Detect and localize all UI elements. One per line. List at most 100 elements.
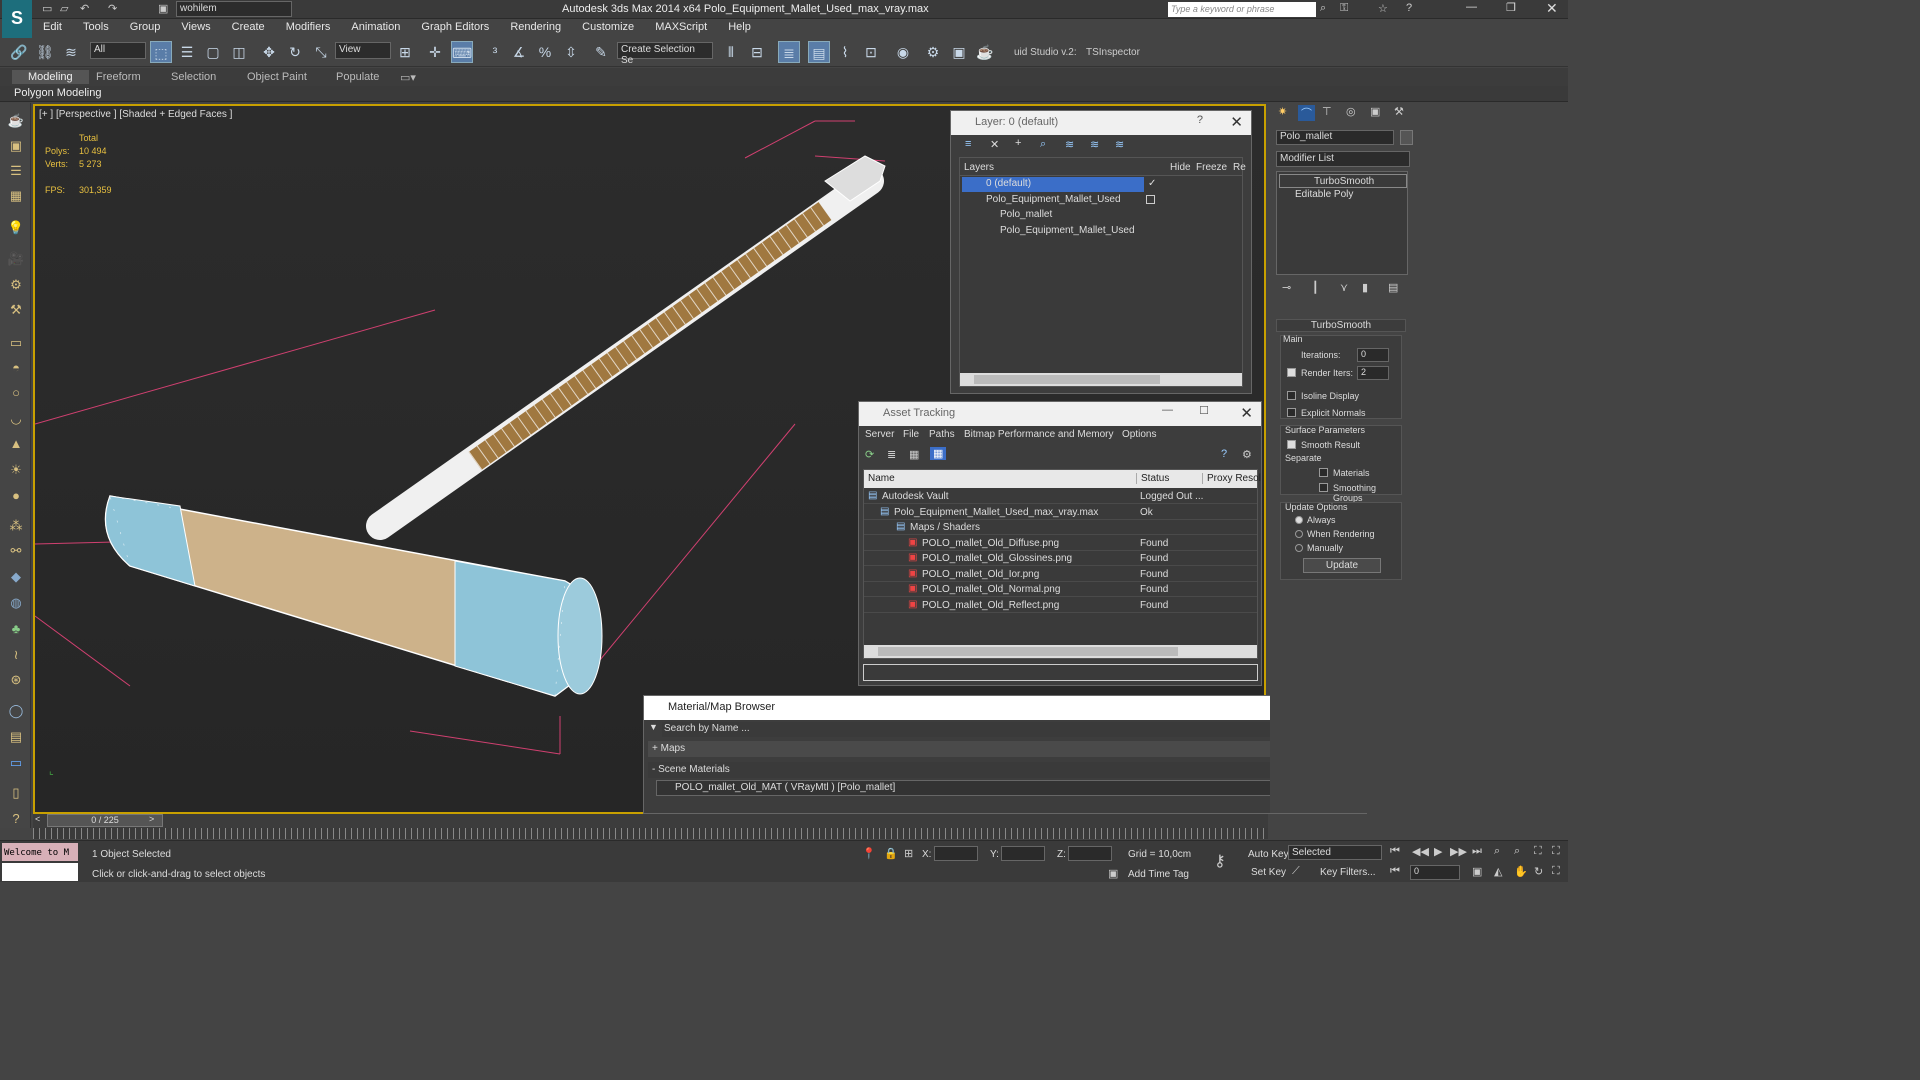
angle-snap-icon[interactable]: ∡ (508, 41, 530, 63)
menu-server[interactable]: Server (865, 429, 894, 440)
hide-all-icon[interactable]: ≋ (1090, 138, 1099, 151)
disc-icon[interactable]: ● (6, 486, 26, 506)
make-unique-icon[interactable]: ⋎ (1340, 281, 1348, 294)
close-icon[interactable]: ✕ (1240, 404, 1253, 422)
next-key-icon[interactable]: ▶▶ (1450, 845, 1467, 858)
asset-hscrollbar[interactable] (864, 645, 1257, 658)
materials-checkbox[interactable] (1319, 468, 1328, 477)
maxscript-mini[interactable] (2, 863, 78, 881)
box-icon[interactable]: ▭ (6, 333, 26, 353)
binoculars-icon[interactable]: ⌕ (1320, 2, 1326, 15)
glass-sphere-icon[interactable]: ◯ (6, 701, 26, 721)
menu-bitmap-performance[interactable]: Bitmap Performance and Memory (964, 429, 1114, 440)
pivot-center-icon[interactable]: ⊞ (394, 41, 416, 63)
grid-icon[interactable]: ▦ (6, 186, 26, 206)
always-radio[interactable] (1295, 516, 1303, 524)
tab-populate[interactable]: Populate (336, 71, 379, 83)
fov-icon[interactable]: ◭ (1494, 865, 1502, 878)
light-bulb-icon[interactable]: 💡 (6, 218, 26, 238)
search-options-icon[interactable]: ▼ (649, 722, 658, 732)
bowl-icon[interactable]: ◡ (6, 409, 26, 429)
play-icon[interactable]: ▶ (1434, 845, 1442, 858)
add-time-tag[interactable]: Add Time Tag (1128, 869, 1189, 880)
menu-tools[interactable]: Tools (74, 19, 118, 33)
asset-row[interactable]: ▣ POLO_mallet_Old_Glossines.png Found (864, 551, 1257, 566)
ref-coord-select[interactable]: View (335, 42, 391, 59)
object-name-field[interactable]: Polo_mallet (1276, 130, 1394, 145)
col-proxy[interactable]: Proxy Resol (1202, 473, 1261, 484)
thumbnail-icon[interactable]: ▦ (909, 448, 919, 461)
bind-spacewarp-icon[interactable]: ≋ (60, 41, 82, 63)
globe-icon[interactable]: ◍ (6, 593, 26, 613)
material-browser-titlebar[interactable]: Material/Map Browser ✕ (644, 696, 1366, 720)
menu-file[interactable]: File (903, 429, 919, 440)
rotate-icon[interactable]: ↻ (284, 41, 306, 63)
menu-animation[interactable]: Animation (342, 19, 409, 33)
maximize-viewport-icon[interactable]: ⛶ (1552, 865, 1560, 878)
maximize-icon[interactable]: ❐ (1506, 1, 1516, 14)
camera-icon[interactable]: 🎥 (6, 249, 26, 269)
render-iters-checkbox[interactable] (1287, 368, 1296, 377)
set-key-button[interactable]: Set Key (1251, 867, 1286, 878)
current-frame-field[interactable]: 0 (1410, 865, 1460, 880)
asset-row[interactable]: ▣ POLO_mallet_Old_Diffuse.png Found (864, 536, 1257, 551)
undo-icon[interactable]: ↶ (80, 2, 89, 15)
modifier-list-select[interactable]: Modifier List (1276, 151, 1410, 167)
tab-modeling[interactable]: Modeling (12, 70, 89, 84)
remove-modifier-icon[interactable]: ▮ (1362, 281, 1368, 294)
create-tab-icon[interactable]: ✷ (1278, 105, 1287, 118)
menu-views[interactable]: Views (172, 19, 219, 33)
percent-snap-icon[interactable]: % (534, 41, 556, 63)
maxscript-listener[interactable]: Welcome to M (2, 843, 78, 861)
align-icon[interactable]: ⊟ (746, 41, 768, 63)
key-icon[interactable]: ⚿ (1340, 2, 1348, 15)
lock-icon[interactable]: 🔒 (884, 847, 898, 860)
move-icon[interactable]: ✥ (258, 41, 280, 63)
key-mode-icon[interactable]: ⟋ (1292, 865, 1300, 878)
select-manipulate-icon[interactable]: ✛ (424, 41, 446, 63)
select-in-layer-icon[interactable]: ⌕ (1040, 138, 1046, 151)
asset-row[interactable]: ▣ POLO_mallet_Old_Normal.png Found (864, 582, 1257, 597)
keyboard-shortcut-icon[interactable]: ⌨ (451, 41, 473, 63)
texture-icon[interactable]: ⊛ (6, 670, 26, 690)
x-coord-field[interactable] (934, 846, 978, 861)
display-tab-icon[interactable]: ▣ (1370, 105, 1380, 118)
maximize-icon[interactable]: ☐ (1199, 404, 1209, 417)
key-selection-select[interactable]: Selected (1288, 845, 1382, 860)
menu-modifiers[interactable]: Modifiers (277, 19, 340, 33)
teapot-icon[interactable]: ☕ (6, 111, 26, 131)
layer-window-titlebar[interactable]: Layer: 0 (default) ? ✕ (951, 111, 1251, 135)
tab-freeform[interactable]: Freeform (96, 71, 141, 83)
menu-edit[interactable]: Edit (34, 19, 71, 33)
snap-3d-icon[interactable]: ³ (484, 41, 506, 63)
layer-row-default[interactable]: 0 (default) (962, 177, 1144, 192)
asset-path-field[interactable] (863, 664, 1258, 681)
time-config-icon[interactable]: ▣ (1472, 865, 1482, 878)
menu-help[interactable]: Help (719, 19, 760, 33)
monitor-icon[interactable]: ▭ (6, 753, 26, 773)
list-view-icon[interactable]: ≣ (887, 448, 896, 461)
utilities-tab-icon[interactable]: ⚒ (1394, 105, 1404, 118)
open-file-icon[interactable]: ▱ (60, 2, 68, 15)
save-icon[interactable]: ▣ (158, 2, 168, 15)
tab-object-paint[interactable]: Object Paint (247, 71, 307, 83)
list-icon[interactable]: ☰ (6, 161, 26, 181)
when-rendering-radio[interactable] (1295, 530, 1303, 538)
new-layer-icon[interactable]: ≡ (965, 138, 971, 150)
unlink-icon[interactable]: ⛓ (34, 41, 56, 63)
prev-frame-icon[interactable]: < (35, 814, 40, 824)
isoline-checkbox[interactable] (1287, 391, 1296, 400)
menu-customize[interactable]: Customize (573, 19, 643, 33)
render-iters-spinner[interactable]: 2 (1357, 366, 1389, 380)
calc-icon[interactable]: ▤ (6, 727, 26, 747)
named-selection-select[interactable]: Create Selection Se (617, 42, 713, 66)
plant-icon[interactable]: ♣ (6, 619, 26, 639)
close-icon[interactable]: ✕ (1546, 0, 1558, 17)
track-bar[interactable] (33, 828, 1268, 839)
update-button[interactable]: Update (1303, 558, 1381, 573)
schematic-view-icon[interactable]: ⊡ (860, 41, 882, 63)
show-end-result-icon[interactable]: ┃ (1312, 281, 1319, 294)
scale-icon[interactable]: ⤡ (310, 41, 332, 63)
minimize-icon[interactable]: — (1162, 404, 1173, 416)
asset-row[interactable]: ▤ Polo_Equipment_Mallet_Used_max_vray.max… (864, 505, 1257, 520)
